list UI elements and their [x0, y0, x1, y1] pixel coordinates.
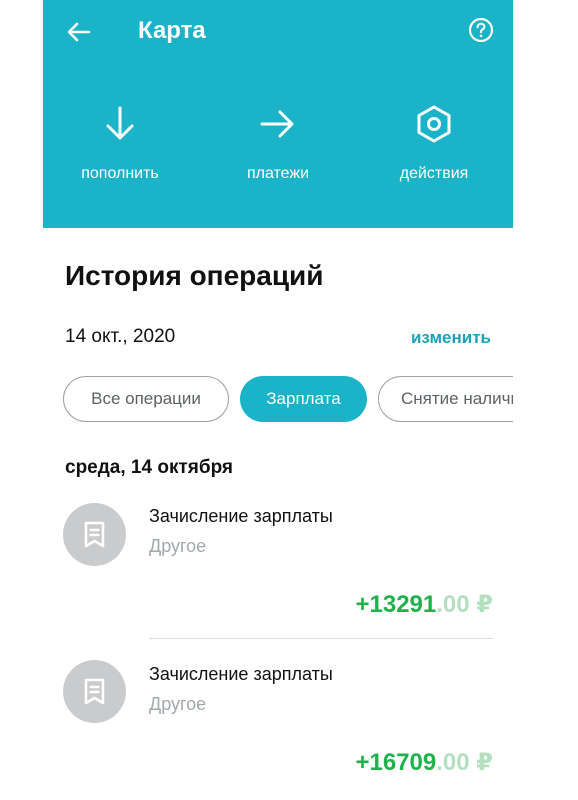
operation-category: Другое [149, 694, 207, 714]
date-range: 14 окт., 2020 [65, 326, 176, 347]
history-title: История операций [65, 260, 324, 291]
payments-label: платежи [246, 165, 310, 182]
filter-cash-chip[interactable]: Снятие наличных [378, 376, 513, 422]
operation-category: Другое [149, 536, 207, 556]
operation-name: Зачисление зарплаты [149, 506, 333, 526]
payments-action-button[interactable]: платежи [208, 104, 348, 183]
receipt-icon [63, 503, 126, 566]
page-title: Карта [138, 17, 206, 44]
amount-fraction: .00 [436, 591, 470, 618]
help-icon[interactable] [468, 17, 494, 43]
hexagon-settings-icon [414, 104, 454, 144]
actions-action-button[interactable]: действия [364, 104, 504, 183]
divider [149, 638, 493, 639]
arrow-down-icon [100, 104, 140, 144]
back-arrow-icon[interactable] [65, 18, 93, 46]
operation-amount: +13291.00 ₽ [355, 590, 493, 619]
actions-label: действия [399, 165, 469, 182]
topup-action-button[interactable]: пополнить [50, 104, 190, 183]
arrow-right-icon [258, 104, 298, 144]
operation-name: Зачисление зарплаты [149, 664, 333, 684]
day-header: среда, 14 октября [65, 457, 234, 478]
receipt-icon [63, 660, 126, 723]
filter-chips: Все операции Зарплата Снятие наличных [63, 376, 513, 426]
amount-fraction: .00 [436, 749, 470, 776]
amount-integer: +16709 [355, 749, 437, 776]
filter-salary-chip[interactable]: Зарплата [240, 376, 367, 422]
change-date-link[interactable]: изменить [411, 328, 491, 348]
card-header: Карта пополнить платежи действия [43, 0, 513, 228]
currency-sign: ₽ [476, 749, 493, 776]
currency-sign: ₽ [476, 591, 493, 618]
operation-amount: +16709.00 ₽ [355, 748, 493, 777]
amount-integer: +13291 [355, 591, 437, 618]
filter-all-chip[interactable]: Все операции [63, 376, 229, 422]
topup-label: пополнить [81, 165, 159, 182]
app-screen: Карта пополнить платежи действия История… [43, 0, 513, 800]
